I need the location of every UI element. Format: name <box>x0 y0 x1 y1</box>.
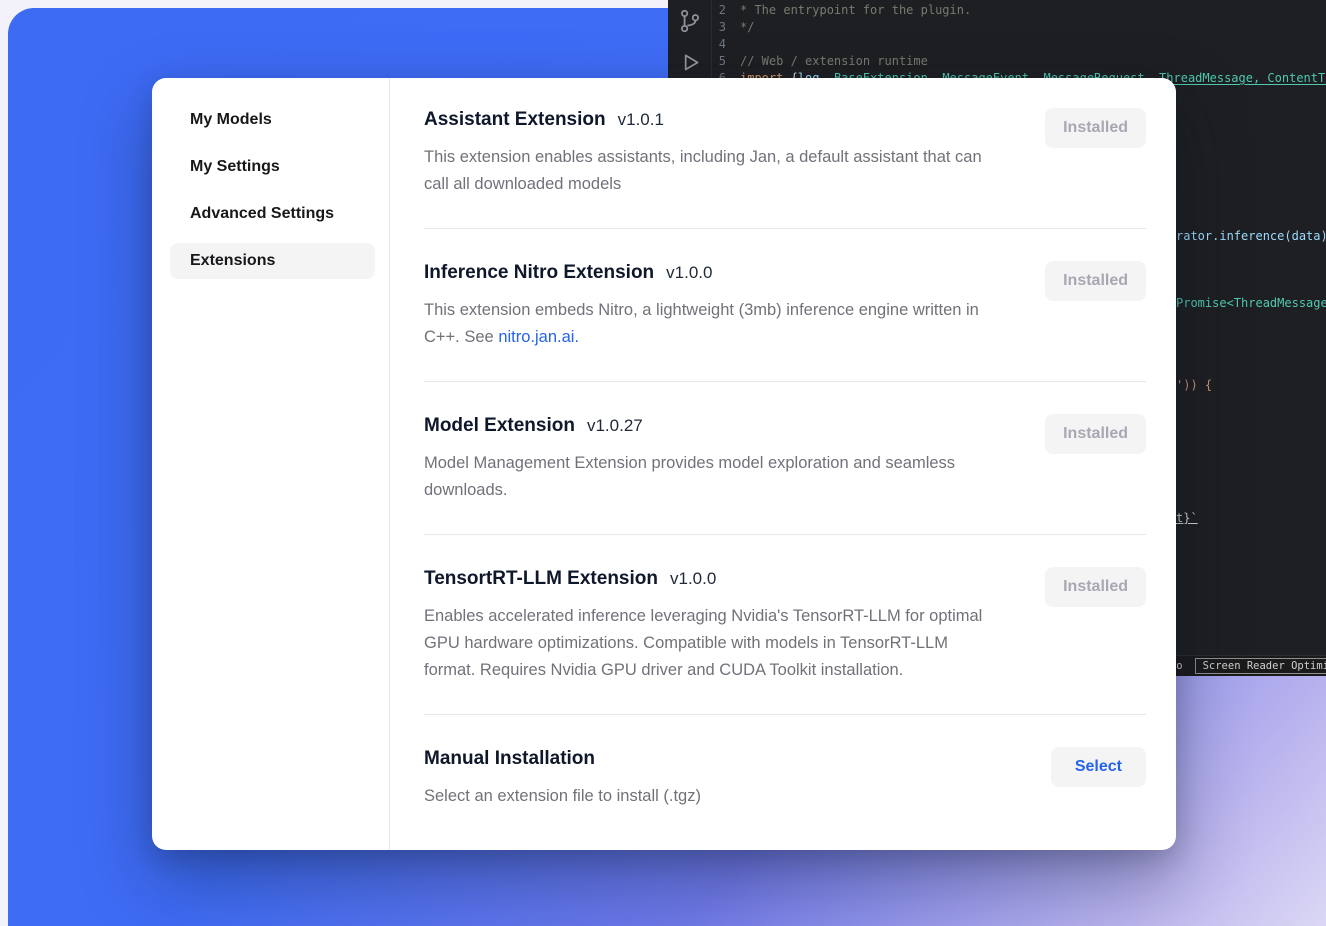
extension-version: v1.0.0 <box>666 263 712 282</box>
extensions-list: Assistant Extension v1.0.1 This extension… <box>390 78 1176 850</box>
installed-button[interactable]: Installed <box>1045 567 1146 607</box>
screen: 2 * The entrypoint for the plugin. 3 */ … <box>0 0 1326 926</box>
code-text: * The entrypoint for the plugin. <box>740 2 971 19</box>
extension-title-line: Assistant Extension v1.0.1 <box>424 108 996 132</box>
extension-title-line: TensortRT-LLM Extension v1.0.0 <box>424 567 996 591</box>
extension-description: Model Management Extension provides mode… <box>424 450 996 504</box>
installed-button[interactable]: Installed <box>1045 108 1146 148</box>
sidebar-item-advanced-settings[interactable]: Advanced Settings <box>170 196 375 232</box>
extension-name: Assistant Extension <box>424 109 606 130</box>
extension-description: Enables accelerated inference leveraging… <box>424 603 996 684</box>
line-number: 4 <box>712 36 740 53</box>
settings-card: My Models My Settings Advanced Settings … <box>152 78 1176 850</box>
run-debug-icon[interactable] <box>677 50 703 76</box>
extension-description: Select an extension file to install (.tg… <box>424 783 701 810</box>
extension-version: v1.0.0 <box>670 569 716 588</box>
extension-name: Model Extension <box>424 415 575 436</box>
code-line: 3 */ <box>712 19 1326 36</box>
source-control-icon[interactable] <box>677 8 703 34</box>
line-number: 2 <box>712 2 740 19</box>
extension-row-tensorrt-llm: TensortRT-LLM Extension v1.0.0 Enables ac… <box>424 535 1146 715</box>
extension-description: This extension embeds Nitro, a lightweig… <box>424 297 996 351</box>
extension-row-model: Model Extension v1.0.27 Model Management … <box>424 382 1146 535</box>
extension-info: Inference Nitro Extension v1.0.0 This ext… <box>424 261 996 351</box>
sidebar-item-my-models[interactable]: My Models <box>170 102 375 138</box>
extension-row-assistant: Assistant Extension v1.0.1 This extension… <box>424 108 1146 229</box>
extension-info: Model Extension v1.0.27 Model Management … <box>424 414 996 504</box>
extension-title-line: Model Extension v1.0.27 <box>424 414 996 438</box>
extension-row-inference-nitro: Inference Nitro Extension v1.0.0 This ext… <box>424 229 1146 382</box>
code-text: */ <box>740 19 754 36</box>
extension-version: v1.0.27 <box>587 416 643 435</box>
extension-info: Manual Installation Select an extension … <box>424 747 701 810</box>
line-number: 5 <box>712 53 740 70</box>
code-line: 4 <box>712 36 1326 53</box>
extension-info: Assistant Extension v1.0.1 This extension… <box>424 108 996 198</box>
extension-name: Inference Nitro Extension <box>424 262 654 283</box>
code-fragment: ')) { <box>1176 378 1212 392</box>
extension-title-line: Inference Nitro Extension v1.0.0 <box>424 261 996 285</box>
line-number: 3 <box>712 19 740 36</box>
sidebar-item-extensions[interactable]: Extensions <box>170 243 375 279</box>
nitro-jan-ai-link[interactable]: nitro.jan.ai. <box>498 328 579 346</box>
select-file-button[interactable]: Select <box>1051 747 1146 787</box>
code-line: 2 * The entrypoint for the plugin. <box>712 2 1326 19</box>
sidebar-item-my-settings[interactable]: My Settings <box>170 149 375 185</box>
code-text: // Web / extension runtime <box>740 53 928 70</box>
code-line: 5 // Web / extension runtime <box>712 53 1326 70</box>
screen-reader-status-badge[interactable]: Screen Reader Optimized <box>1195 658 1326 674</box>
extension-title-line: Manual Installation <box>424 747 701 771</box>
extension-version: v1.0.1 <box>618 110 664 129</box>
extension-name: Manual Installation <box>424 748 595 769</box>
code-fragment: rator.inference(data)); <box>1176 229 1326 243</box>
installed-button[interactable]: Installed <box>1045 414 1146 454</box>
code-area: 2 * The entrypoint for the plugin. 3 */ … <box>712 2 1326 87</box>
installed-button[interactable]: Installed <box>1045 261 1146 301</box>
settings-sidebar: My Models My Settings Advanced Settings … <box>152 78 390 850</box>
code-fragment: t}` <box>1176 511 1198 525</box>
extension-name: TensortRT-LLM Extension <box>424 568 658 589</box>
extension-description: This extension enables assistants, inclu… <box>424 144 996 198</box>
extension-info: TensortRT-LLM Extension v1.0.0 Enables ac… <box>424 567 996 684</box>
manual-installation-row: Manual Installation Select an extension … <box>424 715 1146 840</box>
code-fragment: Promise<ThreadMessage> <box>1176 296 1326 310</box>
